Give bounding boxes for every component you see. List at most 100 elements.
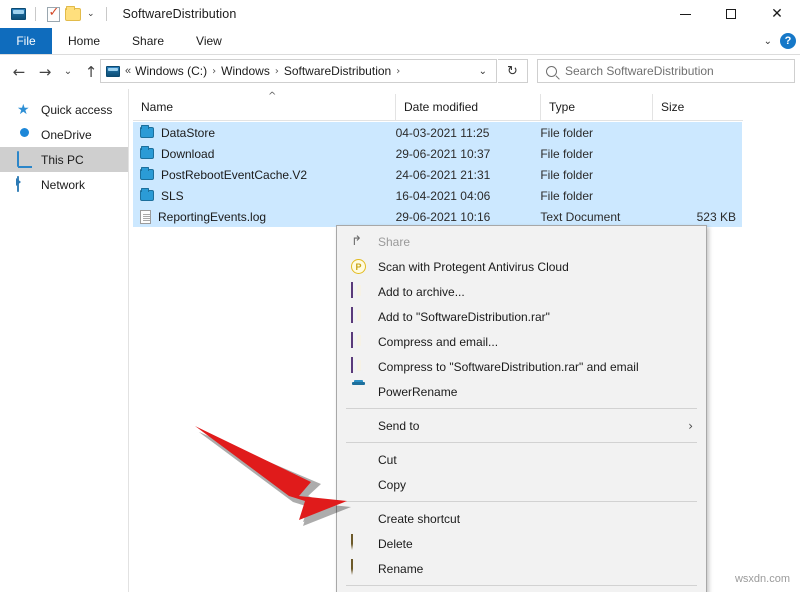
ribbon-tabs: File Home Share View [0, 28, 800, 54]
maximize-button[interactable] [708, 0, 754, 28]
breadcrumb-separator-2[interactable]: › [270, 66, 284, 77]
menu-item-compress-to-rar-and-email[interactable]: Compress to "SoftwareDistribution.rar" a… [337, 354, 706, 379]
folder-icon [140, 169, 154, 180]
search-input[interactable]: Search SoftwareDistribution [565, 64, 714, 78]
properties-icon[interactable] [43, 4, 63, 24]
help-icon[interactable]: ? [780, 33, 796, 49]
tab-home[interactable]: Home [52, 28, 116, 54]
file-explorer-window: ⌄ SoftwareDistribution ✕ File Home Share… [0, 0, 800, 592]
close-button[interactable]: ✕ [754, 0, 800, 28]
new-folder-icon[interactable] [63, 4, 83, 24]
sort-ascending-icon[interactable]: ^ [268, 91, 276, 102]
table-row[interactable]: Download 29-06-2021 10:37 File folder [133, 143, 742, 164]
share-icon: ↱ [351, 233, 368, 250]
cloud-icon [17, 127, 34, 143]
winrar-icon [351, 358, 368, 375]
table-row[interactable]: PostRebootEventCache.V2 24-06-2021 21:31… [133, 164, 742, 185]
star-icon: ★ [17, 102, 34, 118]
powerrename-icon [351, 383, 368, 400]
address-dropdown-caret-icon[interactable]: ⌄ [472, 66, 494, 77]
table-row[interactable]: DataStore 04-03-2021 11:25 File folder [133, 122, 742, 143]
expand-ribbon-caret-icon[interactable]: ⌄ [764, 36, 772, 47]
file-name: PostRebootEventCache.V2 [161, 168, 307, 182]
menu-separator [346, 585, 697, 586]
recent-locations-caret-icon[interactable]: ⌄ [58, 57, 78, 87]
file-type: File folder [540, 168, 652, 182]
column-header-date-modified[interactable]: Date modified [396, 94, 541, 121]
column-header-name[interactable]: Name [133, 94, 396, 121]
menu-separator [346, 442, 697, 443]
sidebar-item-onedrive[interactable]: OneDrive [0, 122, 128, 147]
menu-item-add-to-rar[interactable]: Add to "SoftwareDistribution.rar" [337, 304, 706, 329]
menu-item-copy[interactable]: Copy [337, 472, 706, 497]
forward-button[interactable]: → [32, 57, 58, 87]
sidebar-item-label: Quick access [41, 103, 112, 117]
folder-icon [140, 190, 154, 201]
table-row[interactable]: SLS 16-04-2021 04:06 File folder [133, 185, 742, 206]
winrar-icon [351, 308, 368, 325]
menu-item-rename[interactable]: Rename [337, 556, 706, 581]
breadcrumb-item-drive[interactable]: Windows (C:) [135, 64, 207, 78]
blank-icon [351, 476, 368, 493]
customize-qat-caret-icon[interactable]: ⌄ [83, 9, 99, 19]
menu-item-label: Compress and email... [378, 335, 498, 349]
window-controls: ✕ [662, 0, 800, 28]
menu-item-label: Create shortcut [378, 512, 460, 526]
breadcrumb-separator-1[interactable]: › [207, 66, 221, 77]
search-box[interactable]: Search SoftwareDistribution [537, 59, 795, 83]
tab-view[interactable]: View [180, 28, 238, 54]
file-size: 523 KB [652, 210, 742, 224]
qat-divider-2 [106, 7, 107, 21]
watermark: wsxdn.com [735, 573, 790, 585]
file-type: File folder [540, 147, 652, 161]
column-header-size[interactable]: Size [653, 94, 743, 121]
uac-shield-icon [351, 560, 368, 577]
tab-share[interactable]: Share [116, 28, 180, 54]
menu-item-label: Share [378, 235, 410, 249]
back-button[interactable]: ← [6, 57, 32, 87]
menu-item-label: PowerRename [378, 385, 457, 399]
breadcrumb-overflow-icon[interactable]: « [125, 65, 135, 77]
folder-icon [140, 148, 154, 159]
menu-item-compress-and-email[interactable]: Compress and email... [337, 329, 706, 354]
breadcrumb-separator-3[interactable]: › [391, 66, 405, 77]
explorer-icon[interactable] [8, 4, 28, 24]
tab-file[interactable]: File [0, 28, 52, 54]
menu-item-share[interactable]: ↱ Share [337, 229, 706, 254]
menu-item-powerrename[interactable]: PowerRename [337, 379, 706, 404]
menu-item-delete[interactable]: Delete [337, 531, 706, 556]
menu-separator [346, 501, 697, 502]
ribbon-right-controls: ⌄ ? [764, 28, 796, 54]
text-document-icon [140, 210, 151, 224]
menu-item-scan-with-protegent[interactable]: P Scan with Protegent Antivirus Cloud [337, 254, 706, 279]
menu-item-add-to-archive[interactable]: Add to archive... [337, 279, 706, 304]
sidebar-item-network[interactable]: Network [0, 172, 128, 197]
table-row[interactable]: ReportingEvents.log 29-06-2021 10:16 Tex… [133, 206, 742, 227]
qat-divider [35, 7, 36, 21]
network-icon [17, 177, 34, 193]
protegent-icon: P [351, 258, 368, 275]
menu-item-label: Compress to "SoftwareDistribution.rar" a… [378, 360, 639, 374]
file-type: File folder [540, 189, 652, 203]
minimize-button[interactable] [662, 0, 708, 28]
file-name: SLS [161, 189, 184, 203]
address-folder-icon [106, 66, 120, 77]
menu-item-label: Add to archive... [378, 285, 465, 299]
menu-item-label: Copy [378, 478, 406, 492]
sidebar-item-this-pc[interactable]: This PC [0, 147, 128, 172]
column-header-type[interactable]: Type [541, 94, 653, 121]
file-date: 24-06-2021 21:31 [396, 168, 541, 182]
breadcrumb-item-softwaredistribution[interactable]: SoftwareDistribution [284, 64, 391, 78]
refresh-button[interactable]: ↻ [498, 59, 528, 83]
address-bar[interactable]: « Windows (C:) › Windows › SoftwareDistr… [100, 59, 497, 83]
menu-item-cut[interactable]: Cut [337, 447, 706, 472]
breadcrumb-item-windows[interactable]: Windows [221, 64, 270, 78]
file-name: ReportingEvents.log [158, 210, 266, 224]
file-name: Download [161, 147, 214, 161]
folder-icon [140, 127, 154, 138]
menu-item-send-to[interactable]: Send to › [337, 413, 706, 438]
file-date: 29-06-2021 10:37 [396, 147, 541, 161]
menu-item-create-shortcut[interactable]: Create shortcut [337, 506, 706, 531]
sidebar-item-quick-access[interactable]: ★ Quick access [0, 97, 128, 122]
computer-icon [17, 152, 34, 168]
